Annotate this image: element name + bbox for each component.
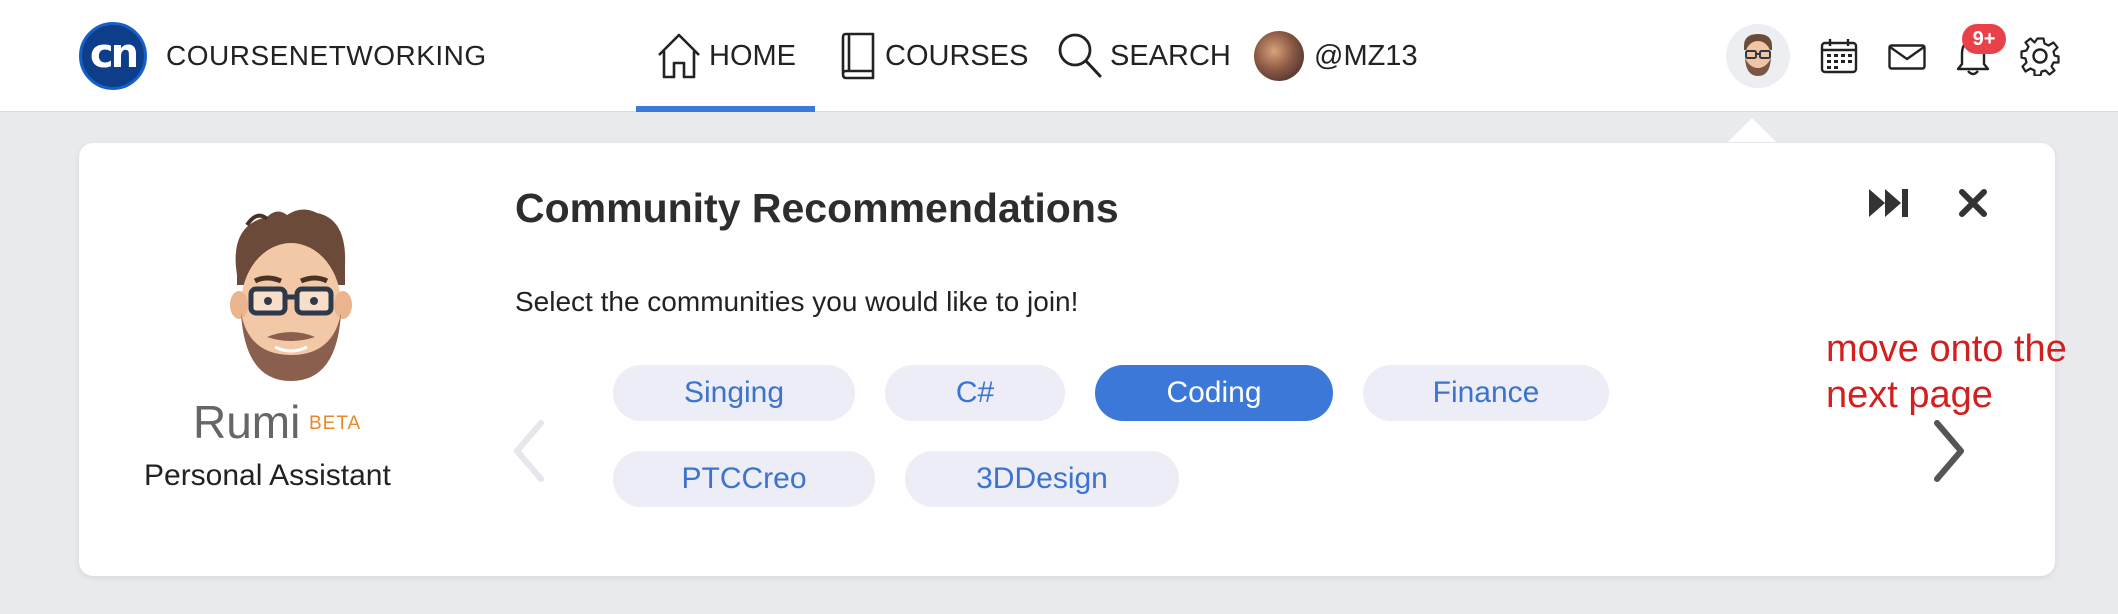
community-recommendations-card: Rumi BETA Personal Assistant Community R… [79, 143, 2055, 576]
recommendations-subtitle: Select the communities you would like to… [515, 286, 1079, 317]
nav-search-label: SEARCH [1110, 39, 1231, 72]
community-pill-ptccreo[interactable]: PTCCreo [613, 451, 875, 507]
book-icon [841, 32, 875, 80]
community-pill-finance[interactable]: Finance [1363, 365, 1609, 421]
nav-courses[interactable]: COURSES [837, 28, 1028, 84]
gear-icon[interactable] [2020, 36, 2060, 76]
nav-home[interactable]: HOME [655, 28, 796, 84]
logo-text: cn [89, 31, 139, 77]
community-pill-singing[interactable]: Singing [613, 365, 855, 421]
nav-profile[interactable]: @MZ13 [1254, 28, 1418, 84]
calendar-icon[interactable] [1820, 38, 1858, 74]
previous-page-arrow-icon [514, 420, 544, 482]
nav-courses-label: COURSES [885, 39, 1029, 72]
search-icon [1058, 33, 1102, 78]
coursenetworking-logo[interactable]: cn [79, 22, 147, 90]
assistant-role: Personal Assistant [144, 459, 391, 492]
beta-tag: BETA [309, 413, 362, 434]
nav-profile-label: @MZ13 [1314, 39, 1418, 72]
rumi-avatar-icon [230, 209, 352, 381]
close-icon[interactable] [1957, 187, 1989, 219]
avatar-face-icon [1744, 34, 1772, 76]
community-pill-coding[interactable]: Coding [1095, 365, 1333, 421]
recommendations-title: Community Recommendations [515, 185, 1119, 231]
next-page-arrow-icon[interactable] [1929, 419, 1969, 483]
skip-forward-icon[interactable] [1865, 183, 1915, 223]
nav-home-label: HOME [709, 39, 796, 72]
instruction-annotation: move onto the next page [1826, 328, 2067, 416]
community-pill-3ddesign[interactable]: 3DDesign [905, 451, 1179, 507]
popover-caret [1728, 118, 1776, 142]
active-tab-indicator [636, 106, 815, 112]
user-avatar[interactable] [1726, 24, 1790, 88]
home-icon [658, 33, 700, 79]
community-pill-csharp[interactable]: C# [885, 365, 1065, 421]
top-navigation-bar: cn COURSENETWORKING HOME COURSES SEARCH … [0, 0, 2118, 112]
notification-badge: 9+ [1962, 24, 2006, 54]
assistant-name: Rumi [193, 396, 301, 448]
profile-avatar [1254, 31, 1304, 81]
mail-icon[interactable] [1888, 44, 1926, 70]
brand-name[interactable]: COURSENETWORKING [166, 40, 487, 72]
nav-search[interactable]: SEARCH [1056, 28, 1231, 84]
